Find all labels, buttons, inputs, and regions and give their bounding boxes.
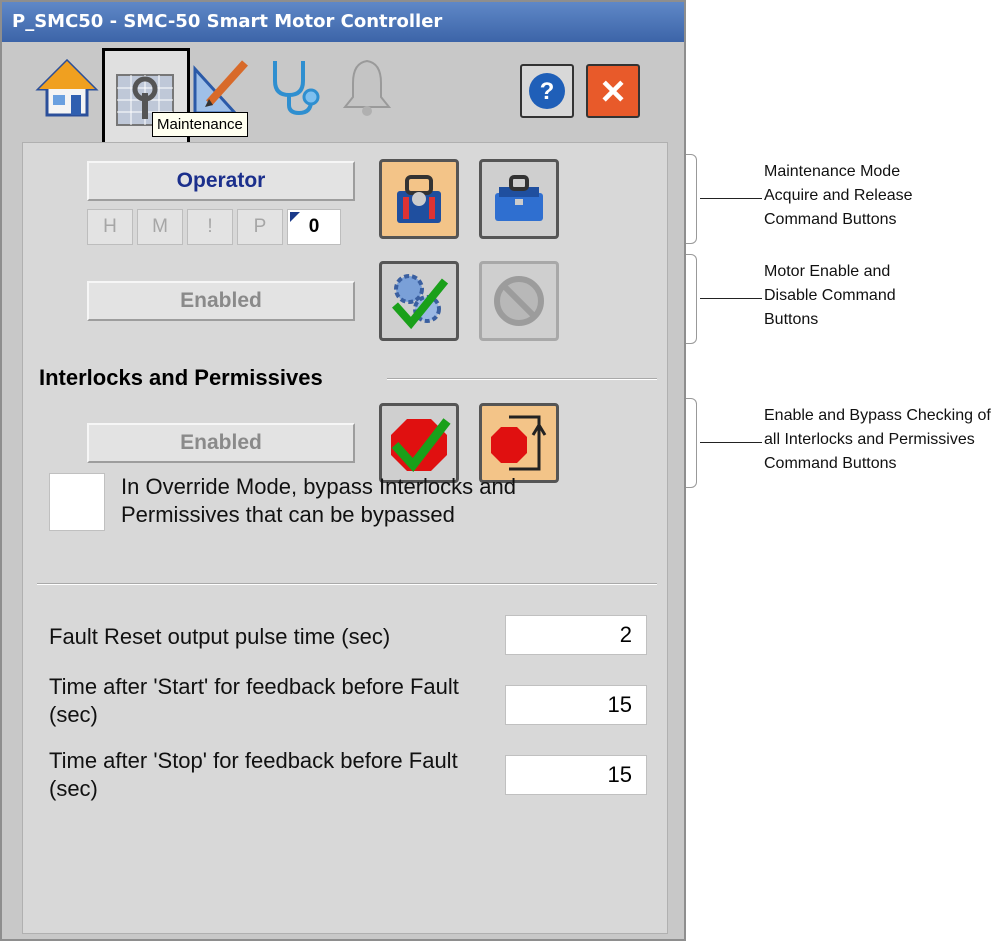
maintenance-indicator: M	[137, 209, 183, 245]
help-button[interactable]: ?	[520, 64, 574, 118]
callout-line: Command Buttons	[764, 455, 897, 472]
stop-feedback-time-label: Time after 'Stop' for feedback before Fa…	[49, 748, 458, 801]
callout-line: all Interlocks and Permissives	[764, 431, 975, 448]
maintenance-panel: Operator H M ! P 0 Enabled Interlocks an…	[22, 142, 668, 934]
callout-maintenance-mode: Maintenance Mode Acquire and Release Com…	[764, 160, 913, 232]
tab-engineering[interactable]	[188, 54, 254, 120]
callout-line: Disable Command	[764, 287, 896, 304]
close-button[interactable]: ×	[586, 64, 640, 118]
callout-leader-motor	[700, 298, 762, 299]
override-bypass-checkbox[interactable]	[49, 473, 105, 531]
home-icon	[35, 58, 99, 117]
enable-motor-button[interactable]	[379, 261, 459, 341]
callout-motor-enable: Motor Enable and Disable Command Buttons	[764, 260, 896, 332]
interlocks-status: Enabled	[87, 423, 355, 463]
enable-interlock-check-button[interactable]	[379, 403, 459, 483]
enable-status: Enabled	[87, 281, 355, 321]
override-bypass-label: In Override Mode, bypass Interlocks and …	[121, 474, 516, 527]
help-icon: ?	[529, 73, 565, 109]
alarm-bell-icon	[342, 59, 392, 116]
alert-indicator: !	[187, 209, 233, 245]
callout-line: Motor Enable and	[764, 263, 891, 280]
tab-bar	[10, 42, 676, 144]
hand-indicator: H	[87, 209, 133, 245]
callout-line: Acquire and Release	[764, 187, 913, 204]
close-icon: ×	[600, 67, 626, 114]
prohibited-icon	[494, 276, 544, 326]
tab-alarms[interactable]	[334, 54, 400, 120]
callout-line: Maintenance Mode	[764, 163, 901, 180]
gears-check-icon	[392, 274, 449, 330]
release-maintenance-button[interactable]	[479, 159, 559, 239]
interlocks-title: Interlocks and Permissives	[39, 365, 323, 390]
callout-line: Enable and Bypass Checking of	[764, 407, 991, 424]
faceplate-window: P_SMC50 - SMC-50 Smart Motor Controller	[0, 0, 686, 941]
start-feedback-time-input[interactable]: 15	[505, 685, 647, 725]
start-feedback-time-label: Time after 'Start' for feedback before F…	[49, 674, 459, 727]
acquire-maintenance-button[interactable]	[379, 159, 459, 239]
callout-leader-interlocks	[700, 442, 762, 443]
stop-feedback-time-input[interactable]: 15	[505, 755, 647, 795]
tab-diagnostics[interactable]	[262, 54, 328, 120]
diagnostics-stethoscope-icon	[273, 61, 320, 116]
callout-line: Buttons	[764, 311, 819, 328]
toolbox-release-icon	[495, 175, 543, 221]
fault-reset-pulse-input[interactable]: 2	[505, 615, 647, 655]
params-divider	[37, 583, 657, 585]
window-title: P_SMC50 - SMC-50 Smart Motor Controller	[12, 11, 443, 32]
mode-status: Operator	[87, 161, 355, 201]
stop-check-icon	[391, 418, 451, 473]
title-bar: P_SMC50 - SMC-50 Smart Motor Controller	[2, 2, 684, 42]
program-indicator: P	[237, 209, 283, 245]
tab-home[interactable]	[34, 54, 100, 120]
callout-line: Command Buttons	[764, 211, 897, 228]
mode-indicators: H M ! P 0	[87, 209, 357, 247]
bypass-interlock-check-button[interactable]	[479, 403, 559, 483]
alarm-count: 0	[287, 209, 341, 245]
maintenance-tooltip: Maintenance	[152, 112, 248, 137]
help-glyph: ?	[540, 78, 555, 105]
tools-acquire-icon	[397, 175, 441, 223]
fault-reset-pulse-label: Fault Reset output pulse time (sec)	[49, 624, 391, 649]
engineering-pencil-icon	[193, 60, 248, 115]
callout-bracket-motor	[686, 254, 697, 344]
stop-bypass-icon	[491, 415, 547, 471]
section-divider	[387, 378, 657, 380]
callout-leader-maintenance	[700, 198, 762, 199]
callout-interlocks: Enable and Bypass Checking of all Interl…	[764, 404, 991, 476]
disable-motor-button[interactable]	[479, 261, 559, 341]
callout-bracket-interlocks	[686, 398, 697, 488]
callout-bracket-maintenance	[686, 154, 697, 244]
